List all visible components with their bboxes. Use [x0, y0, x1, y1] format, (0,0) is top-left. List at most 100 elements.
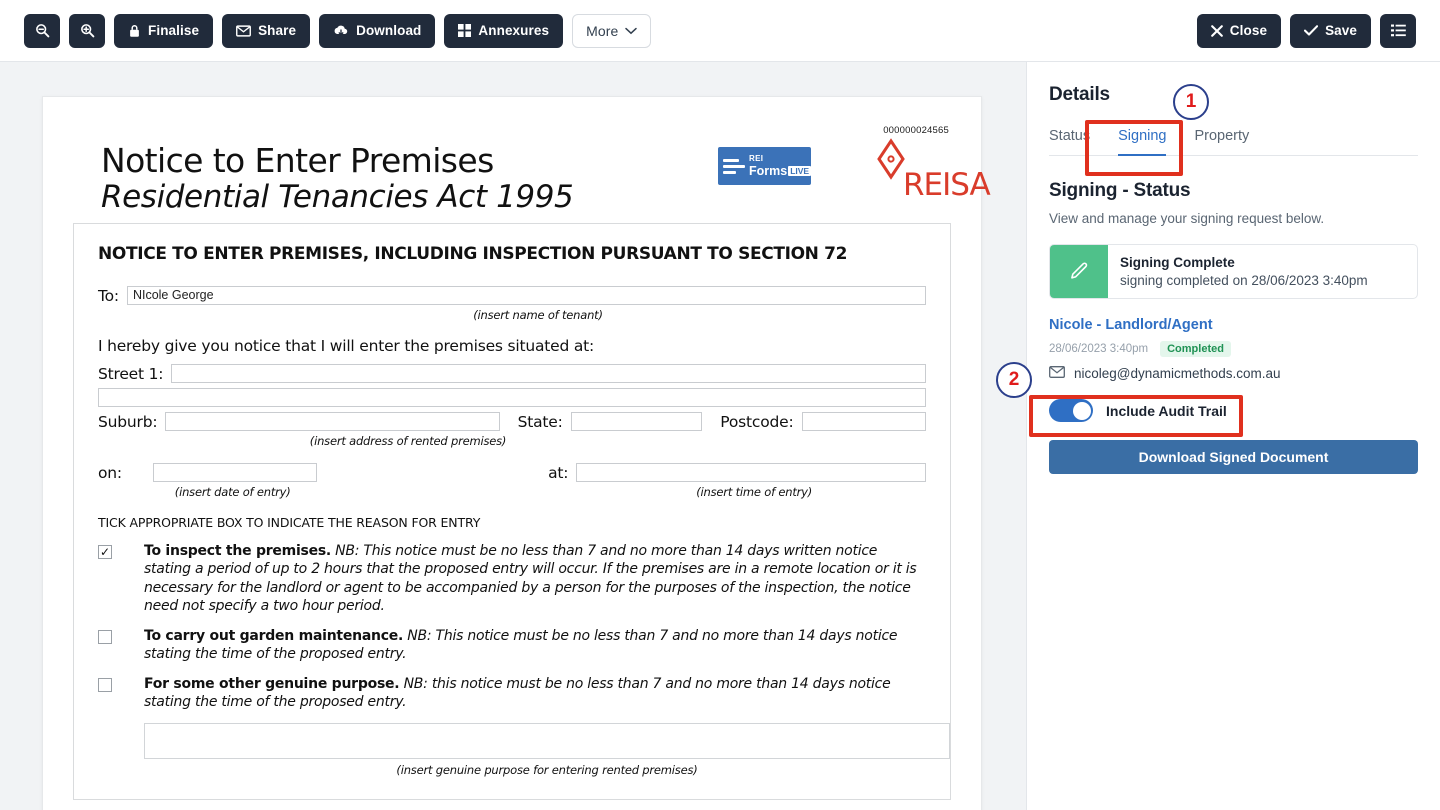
- reisa-logo-text: REISA: [903, 167, 991, 203]
- include-audit-trail-toggle[interactable]: [1049, 399, 1093, 422]
- grid-icon: [458, 24, 472, 37]
- tenant-name-input[interactable]: NIcole George: [126, 286, 926, 305]
- annexures-button[interactable]: Annexures: [444, 13, 564, 48]
- tick-heading: TICK APPROPRIATE BOX TO INDICATE THE REA…: [98, 515, 481, 530]
- zoom-in-icon: [80, 23, 95, 38]
- tab-status[interactable]: Status: [1049, 128, 1090, 155]
- signing-status-card: Signing Complete signing completed on 28…: [1049, 244, 1418, 299]
- signer-date: 28/06/2023 3:40pm: [1049, 343, 1149, 355]
- street2-input[interactable]: [98, 388, 926, 407]
- finalise-button[interactable]: Finalise: [114, 13, 214, 48]
- option-1-bold: To carry out garden maintenance.: [144, 627, 404, 644]
- document-page: 000000024565 Notice to Enter Premises Re…: [42, 96, 991, 810]
- cloud-download-icon: [333, 24, 349, 37]
- more-button[interactable]: More: [572, 13, 652, 48]
- close-button[interactable]: Close: [1196, 13, 1282, 48]
- panel-tabs: Status Signing Property: [1049, 128, 1418, 156]
- download-signed-document-button[interactable]: Download Signed Document: [1049, 440, 1418, 474]
- rei-logo-badge: LIVE: [788, 165, 812, 176]
- signer-email-row: nicoleg@dynamicmethods.com.au: [1049, 366, 1418, 381]
- checkbox-other-purpose[interactable]: [98, 677, 112, 692]
- on-label: on:: [98, 463, 122, 482]
- include-audit-trail-toggle-row: Include Audit Trail: [1049, 395, 1418, 426]
- list-icon: [1390, 24, 1406, 37]
- signing-complete-subtext: signing completed on 28/06/2023 3:40pm: [1120, 273, 1368, 288]
- purpose-hint: (insert genuine purpose for entering ren…: [396, 762, 698, 777]
- postcode-input[interactable]: [801, 412, 926, 431]
- signer-email: nicoleg@dynamicmethods.com.au: [1074, 366, 1281, 381]
- document-workspace[interactable]: 000000024565 Notice to Enter Premises Re…: [0, 62, 1026, 810]
- annotation-marker-1: 1: [1173, 84, 1209, 120]
- state-input[interactable]: [570, 412, 703, 431]
- to-field-row: To: NIcole George: [98, 286, 926, 305]
- option-inspect-premises[interactable]: ✓ To inspect the premises. NB: This noti…: [98, 542, 926, 616]
- suburb-input[interactable]: [165, 412, 500, 431]
- option-other-purpose[interactable]: For some other genuine purpose. NB: this…: [98, 675, 926, 712]
- envelope-icon: [1049, 366, 1065, 381]
- document-body: NOTICE TO ENTER PREMISES, INCLUDING INSP…: [73, 223, 951, 800]
- save-label: Save: [1325, 23, 1357, 38]
- at-label: at:: [548, 463, 569, 482]
- tab-signing[interactable]: Signing: [1118, 128, 1167, 156]
- details-panel: Details Status Signing Property Signing …: [1026, 62, 1440, 810]
- envelope-icon: [236, 24, 252, 37]
- on-at-hints: (insert date of entry) (insert time of e…: [98, 485, 926, 499]
- share-button[interactable]: Share: [222, 13, 311, 48]
- street1-row: Street 1:: [98, 364, 926, 383]
- status-badge: Completed: [1160, 341, 1231, 357]
- chevron-down-icon: [625, 27, 638, 35]
- finalise-label: Finalise: [148, 23, 200, 38]
- street2-row: [98, 388, 926, 407]
- document-subtitle: Residential Tenancies Act 1995: [101, 178, 574, 215]
- signer-meta-row: 28/06/2023 3:40pm Completed: [1049, 341, 1418, 357]
- on-at-row: on: at:: [98, 463, 926, 482]
- zoom-out-button[interactable]: [24, 13, 60, 48]
- signing-status-title: Signing - Status: [1049, 180, 1191, 201]
- section-heading: NOTICE TO ENTER PREMISES, INCLUDING INSP…: [98, 244, 848, 264]
- street1-input[interactable]: [171, 364, 926, 383]
- postcode-label: Postcode:: [720, 412, 794, 431]
- zoom-in-button[interactable]: [69, 13, 105, 48]
- check-icon: [1304, 25, 1319, 36]
- panel-title: Details: [1049, 84, 1110, 105]
- include-audit-trail-label: Include Audit Trail: [1106, 402, 1227, 419]
- suburb-state-postcode-row: Suburb: State: Postcode:: [98, 412, 926, 431]
- save-button[interactable]: Save: [1290, 13, 1371, 48]
- on-hint: (insert date of entry): [174, 485, 291, 499]
- close-icon: [1210, 24, 1223, 37]
- address-hint: (insert address of rented premises): [309, 434, 507, 448]
- pencil-icon: [1050, 245, 1108, 298]
- rei-logo-line1: REI: [749, 153, 764, 163]
- checkbox-inspect-premises[interactable]: ✓: [98, 545, 112, 559]
- to-label: To:: [98, 286, 119, 305]
- download-button[interactable]: Download: [319, 13, 436, 48]
- annexures-label: Annexures: [478, 23, 550, 38]
- signer-name[interactable]: Nicole - Landlord/Agent: [1049, 317, 1418, 333]
- state-label: State:: [517, 412, 563, 431]
- more-label: More: [586, 22, 619, 39]
- checkbox-garden-maintenance[interactable]: [98, 629, 112, 644]
- option-garden-maintenance-text: To carry out garden maintenance. NB: Thi…: [144, 627, 926, 664]
- street1-label: Street 1:: [98, 364, 164, 383]
- entry-time-input[interactable]: [576, 463, 926, 482]
- option-garden-maintenance[interactable]: To carry out garden maintenance. NB: Thi…: [98, 627, 926, 664]
- document-title-block: Notice to Enter Premises Residential Ten…: [101, 141, 574, 215]
- list-menu-button[interactable]: [1380, 13, 1416, 48]
- toolbar-right-group: Close Save: [1196, 13, 1416, 48]
- option-2-bold: For some other genuine purpose.: [144, 675, 400, 692]
- document-number: 000000024565: [883, 125, 949, 136]
- suburb-label: Suburb:: [98, 412, 158, 431]
- document-title: Notice to Enter Premises: [101, 141, 494, 180]
- lock-icon: [128, 24, 141, 38]
- top-toolbar: Finalise Share Download Annexures More C…: [0, 0, 1440, 62]
- intro-paragraph: I hereby give you notice that I will ent…: [98, 337, 595, 355]
- tab-property[interactable]: Property: [1194, 128, 1249, 155]
- option-inspect-premises-text: To inspect the premises. NB: This notice…: [144, 542, 926, 616]
- document-header: 000000024565 Notice to Enter Premises Re…: [73, 125, 991, 223]
- entry-date-input[interactable]: [152, 463, 318, 482]
- option-other-purpose-text: For some other genuine purpose. NB: this…: [144, 675, 926, 712]
- close-label: Close: [1229, 23, 1268, 38]
- reisa-logo: REISA: [863, 137, 991, 203]
- genuine-purpose-input[interactable]: [144, 722, 950, 759]
- zoom-out-icon: [35, 23, 50, 38]
